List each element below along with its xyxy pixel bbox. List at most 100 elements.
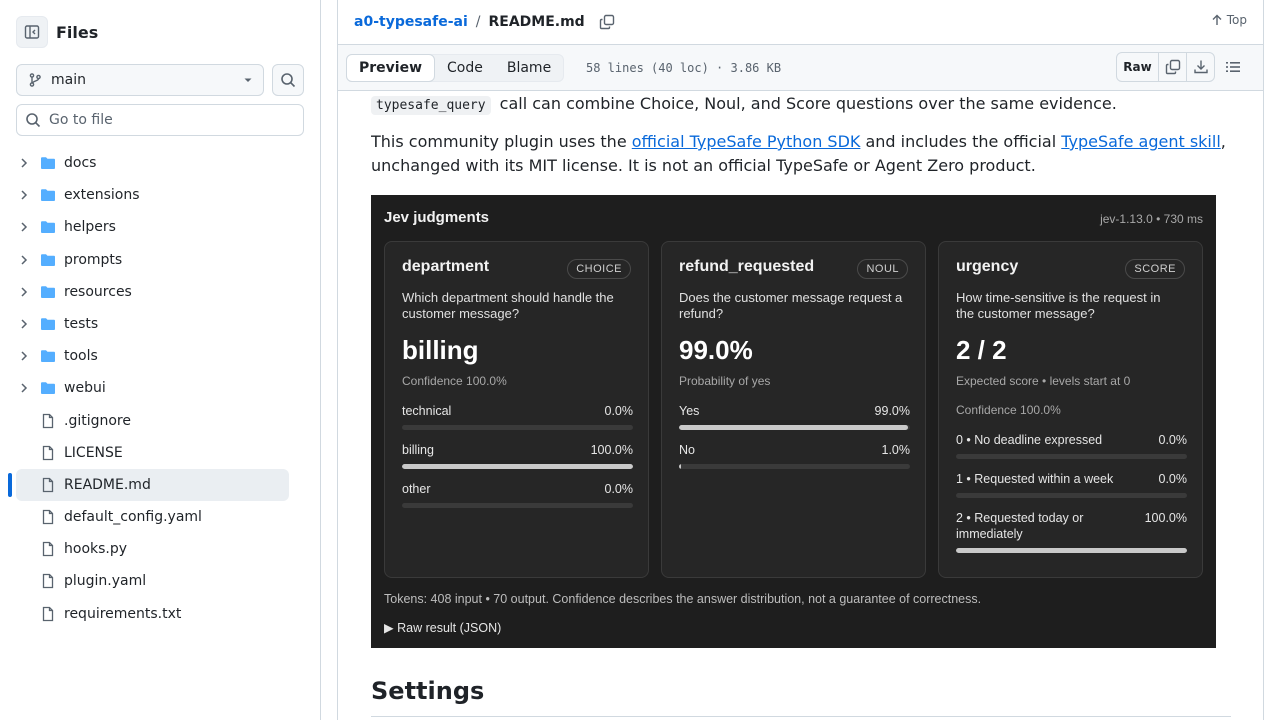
probability-fill	[402, 464, 633, 469]
file-tree: docs extensions helpers prompts resources tes…	[0, 147, 320, 630]
option-row: Yes 99.0%	[679, 403, 910, 430]
judgment-subtext: Confidence 100.0%	[402, 374, 507, 388]
paragraph-text: and includes the official	[865, 132, 1057, 151]
inline-code: typesafe_query	[371, 96, 491, 115]
judgment-card: refund_requested NOUL Does the customer me…	[661, 241, 926, 578]
folder-icon	[41, 221, 55, 234]
probability-fill	[679, 425, 908, 430]
branch-selector[interactable]: main	[16, 64, 264, 96]
back-to-top-button[interactable]: Top	[1211, 13, 1247, 27]
file-icon	[42, 445, 54, 460]
judgment-result: 99.0%	[679, 335, 753, 365]
tree-item-label: resources	[64, 283, 132, 300]
raw-result-toggle: ▶ Raw result (JSON)	[384, 620, 501, 635]
arrow-up-icon	[1212, 14, 1222, 25]
readme-paragraph: This community plugin uses the official …	[371, 130, 1231, 178]
option-value: 100.0%	[590, 443, 633, 457]
go-to-file-field[interactable]	[16, 104, 304, 136]
sdk-link[interactable]: official TypeSafe Python SDK	[632, 132, 861, 151]
judgment-result: 2 / 2	[956, 335, 1007, 365]
tree-file[interactable]: .gitignore	[0, 405, 320, 437]
judgment-subtext: Expected score • levels start at 0	[956, 374, 1131, 388]
active-row-highlight	[16, 468, 289, 501]
outline-button[interactable]	[1219, 53, 1247, 81]
raw-result-label: Raw result (JSON)	[397, 621, 502, 635]
option-row: technical 0.0%	[402, 403, 633, 430]
tree-folder[interactable]: resources	[0, 276, 320, 308]
folder-icon	[41, 253, 55, 266]
tree-folder[interactable]: tools	[0, 340, 320, 372]
collapse-sidebar-button[interactable]	[16, 16, 48, 48]
copy-path-button[interactable]	[599, 14, 615, 30]
sidebar-title: Files	[56, 22, 99, 42]
tree-file[interactable]: requirements.txt	[0, 598, 320, 630]
tab-code[interactable]: Code	[435, 55, 495, 81]
agent-skill-link[interactable]: TypeSafe agent skill	[1061, 132, 1221, 151]
tree-file[interactable]: plugin.yaml	[0, 565, 320, 597]
tree-item-label: default_config.yaml	[64, 509, 202, 526]
tree-item-label: tests	[64, 315, 99, 332]
file-icon	[42, 477, 54, 493]
paragraph-text: call can combine Choice, Noul, and Score…	[499, 94, 1117, 113]
option-label: 1 • Requested within a week	[956, 472, 1114, 486]
file-info: 58 lines (40 loc) · 3.86 KB	[586, 61, 782, 75]
repo-link[interactable]: a0-typesafe-ai	[354, 14, 468, 30]
copy-icon	[1165, 59, 1180, 75]
judgment-name: department	[402, 258, 490, 275]
chevron-right-icon	[21, 351, 28, 361]
probability-bar	[402, 464, 633, 469]
tree-folder[interactable]: docs	[0, 147, 320, 179]
paragraph-text: This community plugin uses the	[371, 132, 627, 151]
current-file-name: README.md	[488, 14, 585, 30]
probability-bar	[956, 548, 1187, 553]
judgment-question: How time-sensitive is the request in the…	[956, 290, 1161, 321]
raw-button[interactable]: Raw	[1117, 53, 1158, 81]
option-row: 0 • No deadline expressed 0.0%	[956, 432, 1187, 459]
heading-divider	[371, 716, 1231, 717]
tree-item-label: webui	[64, 380, 106, 397]
tree-folder[interactable]: tests	[0, 308, 320, 340]
tree-file[interactable]: LICENSE	[0, 437, 320, 469]
probability-bar	[679, 425, 910, 430]
sidebar-collapse-icon	[24, 25, 40, 39]
download-button[interactable]	[1186, 53, 1214, 81]
chevron-right-icon	[21, 319, 28, 329]
folder-icon	[41, 350, 55, 363]
file-icon	[42, 606, 54, 621]
option-label: billing	[402, 443, 434, 457]
sidebar-header: Files	[16, 16, 98, 48]
judgment-question: Which department should handle the custo…	[402, 290, 614, 321]
list-icon	[1226, 62, 1240, 72]
tree-folder[interactable]: extensions	[0, 179, 320, 211]
file-icon	[42, 509, 54, 525]
tree-folder[interactable]: helpers	[0, 211, 320, 243]
tree-item-label: requirements.txt	[64, 605, 182, 622]
option-label: other	[402, 482, 431, 496]
search-button[interactable]	[272, 64, 304, 96]
tree-folder[interactable]: webui	[0, 372, 320, 404]
probability-fill	[956, 548, 1187, 553]
judgment-card: urgency SCORE How time-sensitive is the re…	[938, 241, 1203, 578]
judgment-subtext: Probability of yes	[679, 374, 771, 388]
tab-preview[interactable]: Preview	[346, 54, 436, 82]
go-to-file-input[interactable]	[49, 112, 289, 128]
probability-bar	[402, 503, 633, 508]
option-row: 2 • Requested today or immediately 100.0%	[956, 510, 1187, 553]
tree-folder[interactable]: prompts	[0, 244, 320, 276]
tree-file[interactable]: hooks.py	[0, 533, 320, 565]
tree-file[interactable]: default_config.yaml	[0, 501, 320, 533]
option-value: 1.0%	[881, 443, 911, 457]
option-label: 2 • Requested today or immediately	[956, 511, 1084, 541]
probability-bar	[956, 493, 1187, 498]
tab-blame[interactable]: Blame	[495, 55, 563, 81]
folder-icon	[41, 189, 55, 202]
copy-raw-button[interactable]	[1158, 53, 1186, 81]
chevron-right-icon	[21, 158, 28, 168]
judgment-type-badge: NOUL	[857, 259, 908, 279]
option-row: billing 100.0%	[402, 442, 633, 469]
chevron-right-icon	[21, 383, 28, 393]
file-icon	[42, 542, 54, 557]
file-toolbar: Preview Code Blame 58 lines (40 loc) · 3…	[338, 44, 1263, 91]
chevron-right-icon	[21, 255, 28, 265]
tree-file[interactable]: README.md	[0, 468, 320, 501]
